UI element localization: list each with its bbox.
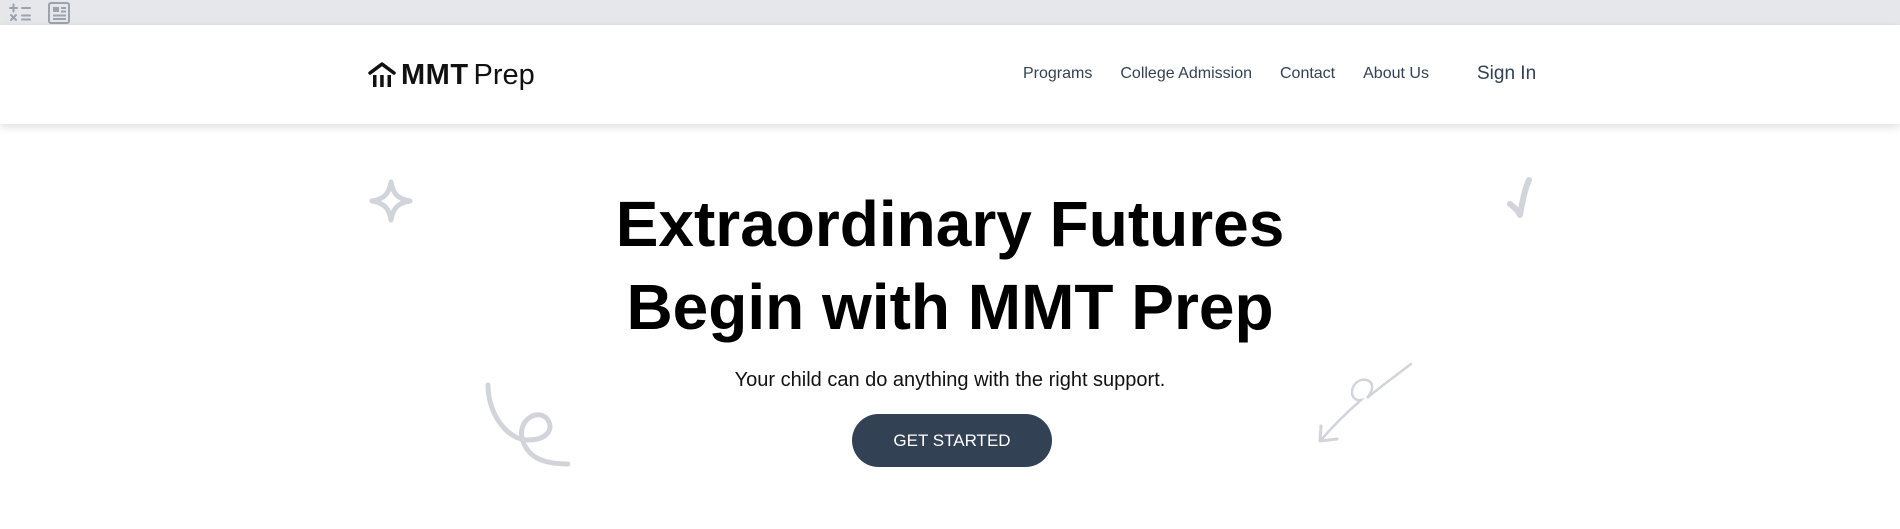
get-started-button[interactable]: GET STARTED bbox=[852, 414, 1052, 467]
nav-link-programs[interactable]: Programs bbox=[1023, 65, 1092, 83]
site-header: MMT Prep Programs College Admission Cont… bbox=[0, 25, 1900, 124]
logo-text-prep: Prep bbox=[473, 58, 535, 91]
browser-toolbar bbox=[0, 0, 1900, 25]
main-nav: Programs College Admission Contact About… bbox=[1023, 65, 1457, 83]
nav-link-college-admission[interactable]: College Admission bbox=[1120, 65, 1252, 83]
nav-link-contact[interactable]: Contact bbox=[1280, 65, 1335, 83]
sign-in-link[interactable]: Sign In bbox=[1477, 63, 1536, 85]
hero-title-line-1: Extraordinary Futures bbox=[615, 188, 1285, 260]
swirl-doodle-icon bbox=[485, 382, 570, 467]
building-icon bbox=[368, 62, 396, 87]
hero-title: Extraordinary Futures Begin with MMT Pre… bbox=[0, 183, 1900, 349]
newspaper-icon[interactable] bbox=[46, 2, 72, 24]
nav-link-about-us[interactable]: About Us bbox=[1363, 65, 1429, 83]
brand-logo[interactable]: MMT Prep bbox=[368, 55, 535, 95]
hero-subtitle: Your child can do anything with the righ… bbox=[734, 369, 1166, 391]
logo-text-mmt: MMT bbox=[401, 58, 469, 91]
hero-title-line-2: Begin with MMT Prep bbox=[626, 271, 1274, 343]
calculator-icon[interactable] bbox=[8, 2, 34, 24]
